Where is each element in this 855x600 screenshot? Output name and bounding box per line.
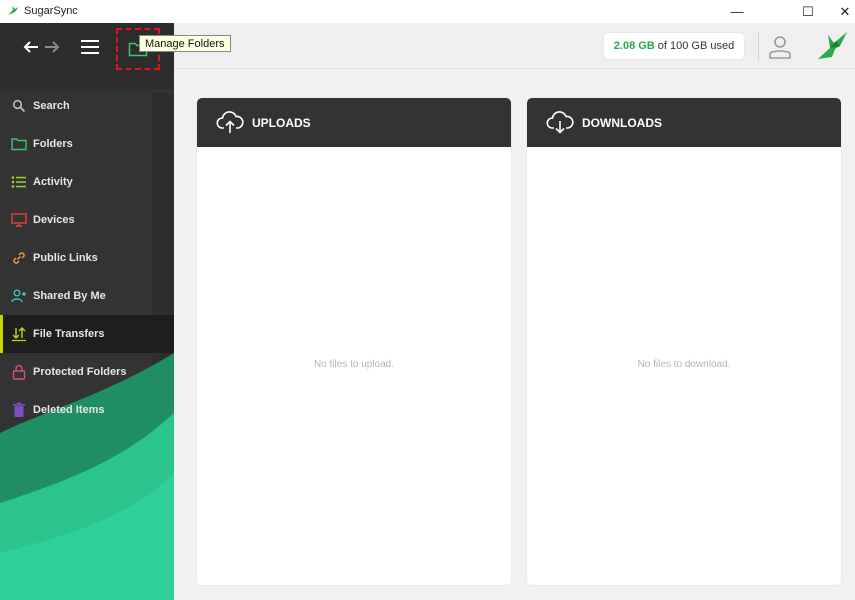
sidebar-item-label: File Transfers bbox=[33, 328, 105, 340]
main-content: UPLOADS No files to upload. DOWNLOADS No… bbox=[174, 69, 855, 600]
sidebar-toolbar bbox=[0, 23, 174, 89]
uploads-panel: UPLOADS No files to upload. bbox=[197, 98, 511, 585]
sidebar-item-shared-by-me[interactable]: Shared By Me bbox=[0, 277, 174, 315]
sidebar-item-label: Activity bbox=[33, 176, 73, 188]
storage-total-text: of 100 GB used bbox=[657, 40, 735, 52]
sidebar-item-label: Public Links bbox=[33, 252, 98, 264]
monitor-icon bbox=[11, 212, 27, 228]
manage-folders-tooltip: Manage Folders bbox=[139, 35, 231, 52]
sidebar-item-deleted-items[interactable]: Deleted Items bbox=[0, 391, 174, 429]
link-icon bbox=[11, 250, 27, 266]
transfer-arrows-icon bbox=[11, 326, 27, 342]
sidebar-item-search[interactable]: Search bbox=[0, 87, 174, 125]
search-icon bbox=[11, 98, 27, 114]
maximize-button[interactable]: ☐ bbox=[790, 0, 826, 23]
sidebar-item-protected-folders[interactable]: Protected Folders bbox=[0, 353, 174, 391]
trash-icon bbox=[11, 402, 27, 418]
downloads-title: DOWNLOADS bbox=[582, 115, 662, 130]
sidebar-item-file-transfers[interactable]: File Transfers bbox=[0, 315, 174, 353]
uploads-empty-message: No files to upload. bbox=[313, 359, 395, 370]
cloud-download-icon bbox=[546, 110, 574, 134]
downloads-panel: DOWNLOADS No files to download. bbox=[527, 98, 841, 585]
sugarsync-hummingbird-logo bbox=[818, 32, 847, 59]
user-account-icon[interactable] bbox=[767, 34, 793, 60]
folder-icon bbox=[11, 136, 27, 152]
uploads-panel-header: UPLOADS bbox=[197, 98, 511, 147]
sidebar-item-devices[interactable]: Devices bbox=[0, 201, 174, 239]
forward-arrow-icon[interactable] bbox=[41, 36, 63, 58]
cloud-upload-icon bbox=[216, 110, 244, 133]
uploads-title: UPLOADS bbox=[252, 115, 311, 130]
hamburger-menu-icon[interactable] bbox=[79, 38, 101, 56]
minimize-button[interactable]: — bbox=[719, 0, 755, 23]
sidebar-menu: Search Folders Activity Devices Public L… bbox=[0, 87, 174, 429]
sidebar-item-activity[interactable]: Activity bbox=[0, 163, 174, 201]
sidebar-item-label: Deleted Items bbox=[33, 404, 105, 416]
header-bar: 2.08 GB of 100 GB used bbox=[174, 23, 855, 69]
header-divider bbox=[758, 31, 759, 61]
title-bar: SugarSync — ☐ ✕ bbox=[0, 0, 855, 23]
activity-list-icon bbox=[11, 174, 27, 190]
sidebar-item-label: Shared By Me bbox=[33, 290, 106, 302]
sugarsync-logo-icon bbox=[8, 6, 18, 15]
sidebar-item-label: Protected Folders bbox=[33, 366, 127, 378]
sidebar-item-label: Search bbox=[33, 100, 70, 112]
share-user-icon bbox=[11, 288, 27, 304]
sidebar-item-label: Folders bbox=[33, 138, 73, 150]
close-button[interactable]: ✕ bbox=[827, 0, 855, 23]
sidebar-item-public-links[interactable]: Public Links bbox=[0, 239, 174, 277]
sidebar: Search Folders Activity Devices Public L… bbox=[0, 23, 174, 600]
storage-used-value: 2.08 GB bbox=[613, 40, 655, 52]
back-arrow-icon[interactable] bbox=[20, 36, 42, 58]
downloads-panel-header: DOWNLOADS bbox=[527, 98, 841, 147]
app-title: SugarSync bbox=[24, 5, 78, 17]
downloads-empty-message: No files to download. bbox=[637, 359, 731, 370]
sidebar-item-folders[interactable]: Folders bbox=[0, 125, 174, 163]
lock-icon bbox=[11, 364, 27, 380]
storage-usage-badge[interactable]: 2.08 GB of 100 GB used bbox=[604, 33, 744, 59]
sidebar-item-label: Devices bbox=[33, 214, 75, 226]
